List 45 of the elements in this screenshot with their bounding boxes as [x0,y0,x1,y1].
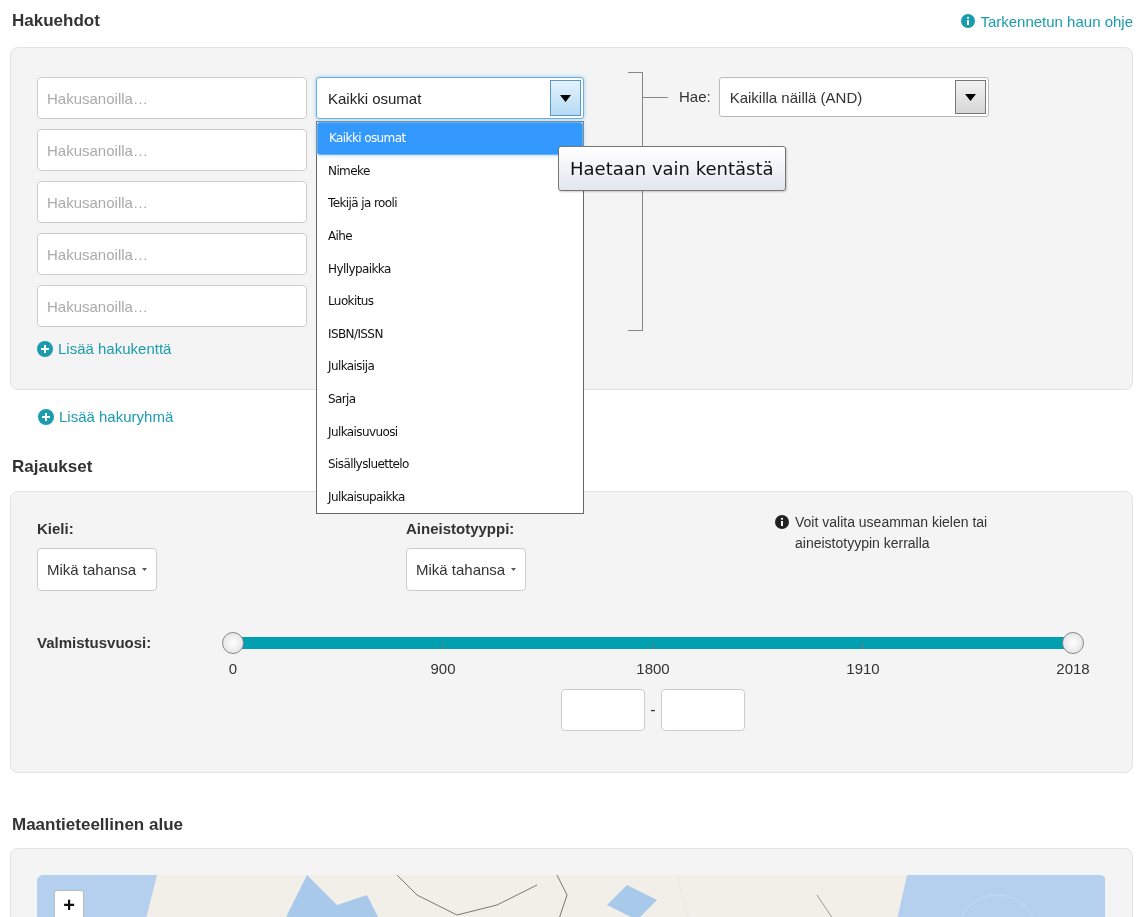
dropdown-option[interactable]: Sisällysluettelo [317,447,583,481]
section-heading: Maantieteellinen alue [12,815,183,835]
info-note: Voit valita useamman kielen tai aineistotyypin kerralla [795,513,989,553]
year-to-field[interactable] [660,689,745,731]
search-term-field[interactable]: Hakusanoilla… [37,233,307,275]
tick-label: 1800 [635,660,671,677]
dropdown-option[interactable]: Julkaisija [317,350,583,383]
dropdown-option[interactable]: Hyllypaikka [317,252,583,285]
filter-label: Aineistotyyppi: [406,520,516,537]
filter-label: Kieli: [37,520,75,537]
field-select[interactable]: Kaikki osumat [316,77,584,119]
info-icon [775,515,789,529]
search-term-field[interactable]: Hakusanoilla… [37,285,307,327]
dropdown-option[interactable]: Julkaisupaikka [317,480,583,514]
operator-label: Hae: [679,87,711,107]
filter-select[interactable]: Mikä tahansa [37,548,158,591]
dropdown-option[interactable]: Julkaisuvuosi [317,415,583,448]
search-term-field[interactable]: Hakusanoilla… [37,77,307,119]
caret-icon [964,93,976,101]
year-from-field[interactable] [561,689,646,731]
zoom-in-button[interactable]: + [54,890,84,917]
search-term-field[interactable]: Hakusanoilla… [37,181,307,223]
dropdown-button[interactable] [550,80,581,116]
add-icon [37,340,53,357]
caret-icon [560,94,571,102]
tick-label: 0 [227,660,239,677]
dropdown-option[interactable]: ISBN/ISSN [317,317,583,351]
dropdown-option[interactable]: Aihe [317,219,583,253]
section-heading: Hakuehdot [12,11,100,31]
tick-label: 1910 [845,660,881,677]
dropdown-option[interactable]: Sarja [317,382,583,416]
info-icon [961,14,976,28]
section-heading: Rajaukset [12,457,93,477]
operator-select[interactable]: Kaikilla näillä (AND) [718,77,989,117]
dropdown-option[interactable]: Luokitus [317,284,583,318]
tick-label: 2018 [1055,660,1091,677]
dropdown-button[interactable] [954,80,986,114]
add-icon [38,408,54,425]
filter-select[interactable]: Mikä tahansa [406,548,527,591]
caret-icon [142,568,148,571]
range-separator: - [650,701,656,719]
tick-label: 900 [429,660,457,677]
search-term-field[interactable]: Hakusanoilla… [37,129,307,171]
tooltip: Haetaan vain kentästä [558,146,786,191]
caret-icon [511,568,517,571]
